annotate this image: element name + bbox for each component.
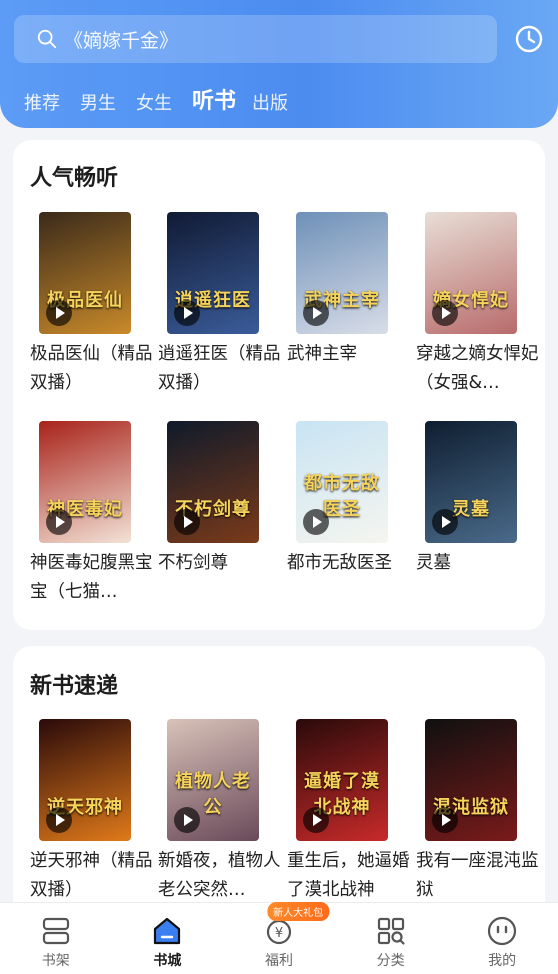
- category-icon: [377, 917, 405, 945]
- play-icon[interactable]: [303, 509, 329, 535]
- book-title: 我有一座混沌监狱: [416, 851, 539, 900]
- book-cover: 不朽剑尊: [167, 421, 259, 543]
- book-cover: 极品医仙: [39, 212, 131, 334]
- book-cover: 逍遥狂医: [167, 212, 259, 334]
- tab-female[interactable]: 女生: [136, 92, 172, 122]
- book-title: 武神主宰: [287, 344, 357, 364]
- search-bar[interactable]: 《嫡嫁千金》: [14, 15, 497, 63]
- book-title: 极品医仙（精品双播）: [30, 344, 153, 393]
- svg-text:¥: ¥: [275, 926, 283, 941]
- nav-label: 分类: [376, 953, 405, 969]
- history-clock-icon[interactable]: [514, 24, 544, 54]
- play-icon[interactable]: [46, 300, 72, 326]
- play-icon[interactable]: [174, 509, 200, 535]
- play-icon[interactable]: [46, 807, 72, 833]
- book-cover: 逼婚了漠北战神: [296, 719, 388, 841]
- book-title: 神医毒妃腹黑宝宝（七猫…: [30, 553, 153, 602]
- nav-bookshelf[interactable]: 书架: [0, 903, 112, 974]
- book-cover: 植物人老公: [167, 719, 259, 841]
- play-icon[interactable]: [432, 509, 458, 535]
- book-cover: 灵墓: [425, 421, 517, 543]
- channel-tabs: 推荐 男生 女生 听书 出版: [24, 82, 308, 122]
- tab-male[interactable]: 男生: [80, 92, 116, 122]
- book-title: 逆天邪神（精品双播）: [30, 851, 153, 900]
- book-title: 不朽剑尊: [158, 553, 228, 573]
- search-icon: [37, 29, 57, 49]
- nav-label: 书城: [153, 953, 182, 969]
- play-icon[interactable]: [174, 300, 200, 326]
- nav-label: 我的: [488, 953, 517, 969]
- bookstore-icon: [154, 917, 181, 945]
- nav-welfare[interactable]: 新人大礼包 ¥ 福利: [223, 902, 335, 974]
- nav-label: 书架: [41, 953, 70, 969]
- play-icon[interactable]: [46, 509, 72, 535]
- tab-recommend[interactable]: 推荐: [24, 92, 60, 122]
- nav-category[interactable]: 分类: [335, 903, 447, 974]
- bottom-nav: 书架 书城 新人大礼包 ¥ 福利 分类 我的: [0, 902, 558, 974]
- section-title: 人气畅听: [30, 166, 119, 191]
- book-title: 逍遥狂医（精品双播）: [158, 344, 281, 393]
- nav-profile[interactable]: 我的: [446, 903, 558, 974]
- popular-listen-section: 人气畅听 极品医仙 极品医仙（精品双播） 逍遥狂医 逍遥狂医（精品双播） 武神主…: [13, 140, 545, 630]
- nav-bookstore[interactable]: 书城: [112, 903, 224, 974]
- profile-icon: [488, 916, 517, 946]
- book-cover: 嫡女悍妃: [425, 212, 517, 334]
- play-icon[interactable]: [303, 807, 329, 833]
- book-title: 新婚夜，植物人老公突然…: [158, 851, 281, 900]
- new-user-gift-badge: 新人大礼包: [267, 902, 330, 921]
- play-icon[interactable]: [432, 300, 458, 326]
- play-icon[interactable]: [432, 807, 458, 833]
- book-cover: 神医毒妃: [39, 421, 131, 543]
- book-title: 灵墓: [416, 553, 451, 573]
- bookshelf-icon: [42, 917, 69, 945]
- play-icon[interactable]: [174, 807, 200, 833]
- book-cover: 都市无敌医圣: [296, 421, 388, 543]
- tab-publish[interactable]: 出版: [252, 92, 288, 122]
- book-title: 都市无敌医圣: [287, 553, 392, 573]
- book-title: 重生后，她逼婚了漠北战神: [287, 851, 410, 900]
- book-cover: 混沌监狱: [425, 719, 517, 841]
- nav-label: 福利: [264, 953, 293, 969]
- top-header: 《嫡嫁千金》 推荐 男生 女生 听书 出版: [0, 0, 558, 128]
- book-cover: 逆天邪神: [39, 719, 131, 841]
- search-placeholder: 《嫡嫁千金》: [64, 29, 179, 52]
- book-title: 穿越之嫡女悍妃（女强&…: [416, 344, 539, 393]
- book-cover: 武神主宰: [296, 212, 388, 334]
- tab-audiobook[interactable]: 听书: [192, 90, 236, 122]
- section-title: 新书速递: [30, 674, 119, 699]
- play-icon[interactable]: [303, 300, 329, 326]
